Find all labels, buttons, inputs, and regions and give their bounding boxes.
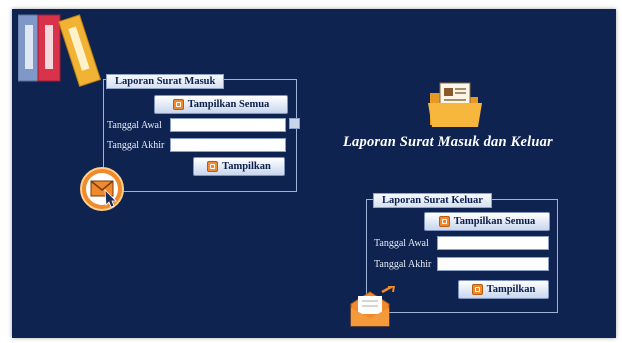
report-icon (438, 216, 450, 227)
binders-icon (18, 14, 102, 87)
surat-masuk-show-all-label: Tampilkan Semua (187, 99, 270, 110)
surat-keluar-show-all-button[interactable]: Tampilkan Semua (424, 212, 550, 231)
surat-masuk-start-label: Tanggal Awal (107, 120, 162, 131)
surat-masuk-legend: Laporan Surat Masuk (106, 74, 225, 89)
report-icon (207, 161, 219, 172)
report-icon (172, 99, 184, 110)
surat-masuk-show-button[interactable]: Tampilkan (193, 157, 285, 176)
surat-keluar-end-label: Tanggal Akhir (374, 259, 432, 270)
date-picker-button[interactable] (289, 118, 300, 129)
surat-masuk-start-input[interactable] (170, 118, 286, 132)
surat-keluar-show-button[interactable]: Tampilkan (458, 280, 549, 299)
surat-masuk-end-label: Tanggal Akhir (107, 140, 165, 151)
surat-masuk-show-all-button[interactable]: Tampilkan Semua (154, 95, 288, 114)
mail-inbox-icon (80, 167, 124, 211)
page-title: Laporan Surat Masuk dan Keluar (343, 134, 553, 150)
surat-keluar-start-input[interactable] (437, 236, 549, 250)
surat-masuk-end-input[interactable] (170, 138, 286, 152)
surat-keluar-start-label: Tanggal Awal (374, 238, 429, 249)
mail-send-icon (350, 286, 396, 327)
surat-keluar-show-label: Tampilkan (486, 284, 536, 295)
surat-keluar-legend: Laporan Surat Keluar (373, 193, 492, 208)
surat-keluar-show-all-label: Tampilkan Semua (453, 216, 536, 227)
report-icon (471, 284, 483, 295)
surat-masuk-show-label: Tampilkan (222, 161, 271, 172)
report-canvas: Laporan Surat Masuk Tampilkan Semua Tang… (12, 9, 616, 338)
surat-keluar-end-input[interactable] (437, 257, 549, 271)
folder-document-icon (428, 82, 482, 127)
